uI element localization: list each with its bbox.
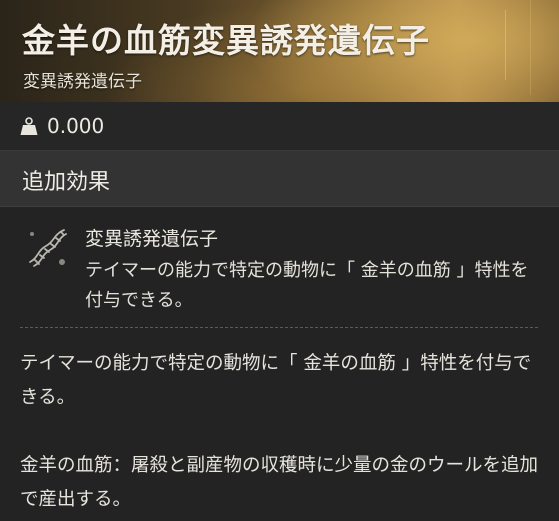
tooltip-header: 金羊の血筋変異誘発遺伝子 変異誘発遺伝子 <box>0 0 559 103</box>
section-heading-label: 追加効果 <box>22 170 111 195</box>
dna-helix-icon <box>24 224 70 270</box>
weight-row: 0.000 <box>0 102 559 151</box>
effect-description: テイマーの能力で特定の動物に「 金羊の血筋 」特性を付与できる。 <box>85 260 529 311</box>
weight-icon <box>20 117 38 136</box>
item-tooltip: 金羊の血筋変異誘発遺伝子 変異誘発遺伝子 0.000 追加効果 変異誘発遺伝子 … <box>0 0 559 521</box>
trait-detail: 金羊の血筋：屠殺と副産物の収穫時に少量の金のウールを追加で産出する。 <box>20 455 539 510</box>
header-light-streak <box>530 0 531 95</box>
item-description: テイマーの能力で特定の動物に「 金羊の血筋 」特性を付与できる。 <box>20 353 532 408</box>
effect-name: 変異誘発遺伝子 <box>85 228 219 250</box>
item-title: 金羊の血筋変異誘発遺伝子 <box>22 21 430 60</box>
item-subtitle: 変異誘発遺伝子 <box>23 72 142 92</box>
weight-value: 0.000 <box>47 114 105 138</box>
header-light-streak <box>505 10 506 80</box>
divider <box>20 327 538 328</box>
section-heading: 追加効果 <box>0 151 559 207</box>
